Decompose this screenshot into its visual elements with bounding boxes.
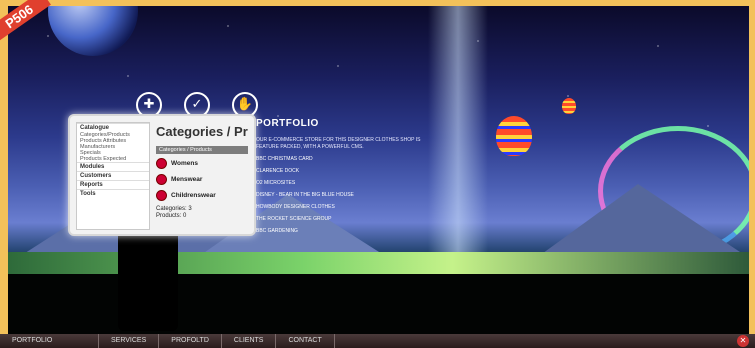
portfolio-panel: PORTFOLIO OUR E-COMMERCE STORE FOR THIS …	[256, 118, 426, 240]
portfolio-title: PORTFOLIO	[256, 118, 319, 129]
category-row[interactable]: Childrenswear	[156, 190, 216, 201]
portfolio-link[interactable]: DISNEY - BEAR IN THE BIG BLUE HOUSE	[256, 192, 426, 198]
portfolio-description: OUR E-COMMERCE STORE FOR THIS DESIGNER C…	[256, 137, 421, 150]
hot-air-balloon	[496, 116, 532, 156]
hot-air-balloon	[562, 98, 576, 114]
cms-stats: Categories: 3 Products: 0	[156, 206, 192, 220]
page-frame: ✚ ✓ ✋ Catalogue Categories/Products Prod…	[0, 0, 755, 348]
portfolio-link[interactable]: BBC CHRISTMAS CARD	[256, 156, 426, 162]
cms-nav-catalogue[interactable]: Catalogue	[77, 123, 149, 132]
light-beam	[428, 6, 488, 276]
cms-sidebar: Catalogue Categories/Products Products A…	[76, 122, 150, 230]
nav-portfolio[interactable]: PORTFOLIO	[0, 334, 99, 348]
cms-screenshot: Catalogue Categories/Products Products A…	[68, 114, 256, 236]
hero-scene: ✚ ✓ ✋ Catalogue Categories/Products Prod…	[8, 6, 749, 334]
cms-nav-tools[interactable]: Tools	[77, 189, 149, 198]
cms-table-header: Categories / Products	[156, 146, 248, 154]
folder-icon	[156, 190, 167, 201]
products-count: Products: 0	[156, 213, 187, 219]
folder-icon	[156, 174, 167, 185]
folder-icon	[156, 158, 167, 169]
categories-count: Categories: 3	[156, 206, 192, 212]
close-icon[interactable]: ✕	[737, 335, 749, 347]
nav-contact[interactable]: CONTACT	[276, 334, 335, 348]
nav-profoltd[interactable]: PROFOLTD	[159, 334, 222, 348]
cms-page-title: Categories / Pr	[156, 124, 248, 139]
nav-services[interactable]: SERVICES	[99, 334, 160, 348]
portfolio-link[interactable]: BBC GARDENING	[256, 228, 426, 234]
portfolio-link[interactable]: THE ROCKET SCIENCE GROUP	[256, 216, 426, 222]
nav-clients[interactable]: CLIENTS	[222, 334, 277, 348]
category-label: Menswear	[171, 176, 203, 183]
cms-nav-reports[interactable]: Reports	[77, 180, 149, 189]
portfolio-link[interactable]: O2 MICROSITES	[256, 180, 426, 186]
cms-nav-customers[interactable]: Customers	[77, 171, 149, 180]
category-label: Womens	[171, 160, 198, 167]
portfolio-link[interactable]: HOWBODY DESIGNER CLOTHES	[256, 204, 426, 210]
portfolio-link[interactable]: CLARENCE DOCK	[256, 168, 426, 174]
category-row[interactable]: Menswear	[156, 174, 202, 185]
category-row[interactable]: Womens	[156, 158, 198, 169]
category-label: Childrenswear	[171, 192, 216, 199]
bottom-nav: PORTFOLIO SERVICES PROFOLTD CLIENTS CONT…	[0, 334, 755, 348]
cms-nav-modules[interactable]: Modules	[77, 162, 149, 171]
